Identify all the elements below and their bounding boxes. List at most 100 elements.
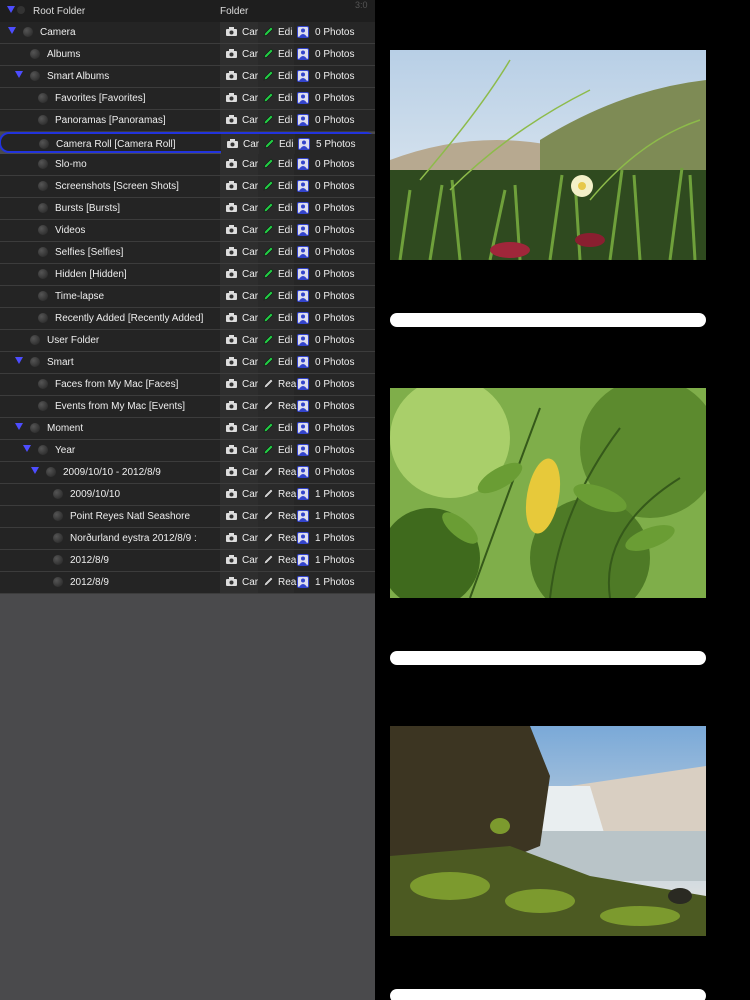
photo-person-icon <box>297 290 309 302</box>
photo-person-icon <box>297 378 309 390</box>
tree-row[interactable]: Slo-mo Car Edi 0 Photos <box>0 154 375 176</box>
edit-pencil-icon <box>263 312 274 323</box>
folder-dot-icon <box>38 247 48 257</box>
expand-arrow-icon[interactable] <box>31 467 39 474</box>
expand-arrow-icon[interactable] <box>15 423 23 430</box>
tree-row[interactable]: 2009/10/10 - 2012/8/9 Car Rea 0 Photos <box>0 462 375 484</box>
tree-row-name-cell: Smart Albums <box>0 66 220 87</box>
tree-row[interactable]: 2009/10/10 Car Rea 1 Photos <box>0 484 375 506</box>
photo-person-icon <box>297 312 309 324</box>
edit-pencil-icon <box>263 92 274 103</box>
edit-pencil-icon <box>263 48 274 59</box>
camera-icon <box>226 423 237 432</box>
tree-row-name-cell: Year <box>0 440 220 461</box>
tree-row[interactable]: Faces from My Mac [Faces] Car Rea 0 Photos <box>0 374 375 396</box>
camera-icon <box>226 49 237 58</box>
expand-arrow-icon[interactable] <box>15 357 23 364</box>
flower-dunes-photo[interactable] <box>390 50 706 260</box>
photo-count: 0 Photos <box>315 445 355 456</box>
expand-arrow-icon[interactable] <box>15 71 23 78</box>
tree-row-label: Camera Roll [Camera Roll] <box>56 139 176 150</box>
tree-row-label: Hidden [Hidden] <box>55 269 127 280</box>
photo-person-icon <box>297 224 309 236</box>
leaves-photo[interactable] <box>390 388 706 598</box>
permission-label: Rea <box>278 489 297 500</box>
folder-column-header: Folder <box>220 6 249 17</box>
tree-row[interactable]: Events from My Mac [Events] Car Rea 0 Photo… <box>0 396 375 418</box>
camera-label: Car <box>242 115 259 126</box>
permission-label: Edi <box>278 247 293 258</box>
photo-count: 0 Photos <box>315 401 355 412</box>
photo-count: 1 Photos <box>315 489 355 500</box>
expand-arrow-icon[interactable] <box>23 445 31 452</box>
edit-pencil-icon <box>263 26 274 37</box>
photo-count: 0 Photos <box>315 335 355 346</box>
photo-person-icon <box>297 532 309 544</box>
tree-row[interactable]: User Folder Car Edi 0 Photos <box>0 330 375 352</box>
tree-row[interactable]: Panoramas [Panoramas] Car Edi 0 Photos <box>0 110 375 132</box>
read-pencil-icon <box>263 576 274 587</box>
tree-row[interactable]: Albums Car Edi 0 Photos <box>0 44 375 66</box>
tree-row[interactable]: Screenshots [Screen Shots] Car Edi 0 Photos <box>0 176 375 198</box>
read-pencil-icon <box>263 466 274 477</box>
tree-row-label: Point Reyes Natl Seashore <box>70 511 191 522</box>
photo-person-icon <box>297 576 309 588</box>
photo-count: 0 Photos <box>315 115 355 126</box>
tree-row-name-cell: Hidden [Hidden] <box>0 264 220 285</box>
tree-row-name-cell: User Folder <box>0 330 220 351</box>
tree-row[interactable]: 2012/8/9 Car Rea 1 Photos <box>0 550 375 572</box>
folder-dot-icon <box>38 291 48 301</box>
photo-person-icon <box>297 554 309 566</box>
tree-row[interactable]: Favorites [Favorites] Car Edi 0 Photos <box>0 88 375 110</box>
photo-caption-bar-1 <box>390 313 706 327</box>
tree-row[interactable]: Recently Added [Recently Added] Car Edi 0 P… <box>0 308 375 330</box>
tree-row[interactable]: Camera Car Edi 0 Photos <box>0 22 375 44</box>
tree-row[interactable]: Point Reyes Natl Seashore Car Rea 1 Photos <box>0 506 375 528</box>
tree-row[interactable]: Time-lapse Car Edi 0 Photos <box>0 286 375 308</box>
edit-pencil-icon <box>263 180 274 191</box>
permission-label: Rea <box>278 511 297 522</box>
camera-icon <box>226 247 237 256</box>
tree-row[interactable]: Bursts [Bursts] Car Edi 0 Photos <box>0 198 375 220</box>
photo-person-icon <box>297 400 309 412</box>
tree-row-label: Recently Added [Recently Added] <box>55 313 204 324</box>
tree-row[interactable]: Hidden [Hidden] Car Edi 0 Photos <box>0 264 375 286</box>
root-expand-icon[interactable] <box>7 6 27 16</box>
root-folder-label[interactable]: Root Folder <box>33 6 85 17</box>
tree-row-name-cell: Screenshots [Screen Shots] <box>0 176 220 197</box>
permission-label: Rea <box>278 533 297 544</box>
tree-row[interactable]: Camera Roll [Camera Roll] Car Edi 5 Photos <box>0 132 375 155</box>
tree-row[interactable]: Moment Car Edi 0 Photos <box>0 418 375 440</box>
photo-count: 0 Photos <box>315 467 355 478</box>
folder-dot-icon <box>30 357 40 367</box>
tree-row[interactable]: Smart Car Edi 0 Photos <box>0 352 375 374</box>
tree-row-label: 2009/10/10 - 2012/8/9 <box>63 467 161 478</box>
edit-pencil-icon <box>263 114 274 125</box>
tree-row[interactable]: Videos Car Edi 0 Photos <box>0 220 375 242</box>
tree-row-label: 2009/10/10 <box>70 489 121 500</box>
camera-icon <box>226 71 237 80</box>
tree-row-label: User Folder <box>47 335 100 346</box>
tree-row-name-cell: Smart <box>0 352 220 373</box>
tree-row[interactable]: Smart Albums Car Edi 0 Photos <box>0 66 375 88</box>
tree-row-label: Videos <box>55 225 86 236</box>
tree-row-name-cell: 2012/8/9 <box>0 572 220 593</box>
permission-label: Edi <box>278 313 293 324</box>
camera-icon <box>226 467 237 476</box>
tree-row[interactable]: Selfies [Selfies] Car Edi 0 Photos <box>0 242 375 264</box>
folder-dot-icon <box>30 423 40 433</box>
tree-row[interactable]: Norðurland eystra 2012/8/9 : Car Rea 1 Phot… <box>0 528 375 550</box>
expand-arrow-icon[interactable] <box>8 27 16 34</box>
waterfall-photo[interactable] <box>390 726 706 936</box>
read-pencil-icon <box>263 554 274 565</box>
folder-dot-icon <box>39 139 49 149</box>
folder-dot-icon <box>38 115 48 125</box>
edit-pencil-icon <box>263 444 274 455</box>
tree-row[interactable]: Year Car Edi 0 Photos <box>0 440 375 462</box>
camera-icon <box>226 533 237 542</box>
tree-row-label: Year <box>55 445 76 456</box>
camera-label: Car <box>243 139 260 150</box>
tree-row[interactable]: 2012/8/9 Car Rea 1 Photos <box>0 572 375 594</box>
camera-label: Car <box>242 577 259 588</box>
photo-count: 1 Photos <box>315 533 355 544</box>
